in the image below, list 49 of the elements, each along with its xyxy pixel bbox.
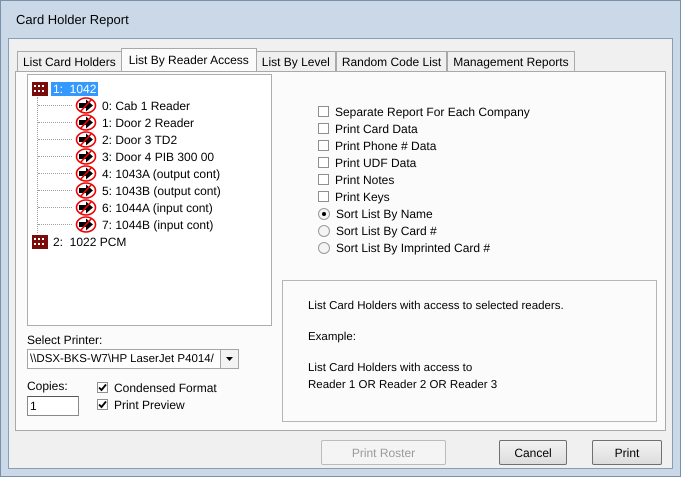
option-label: Sort List By Name	[336, 206, 433, 220]
checkbox[interactable]	[318, 157, 329, 168]
option-label: Print Phone # Data	[335, 138, 436, 152]
example-label: Example:	[308, 330, 357, 345]
copies-field[interactable]: 1	[27, 396, 79, 416]
dropdown-arrow-icon	[226, 357, 233, 361]
checkbox[interactable]	[97, 382, 108, 393]
tree-item[interactable]: 6: 1044A (input cont)	[100, 200, 215, 214]
printer-label: Select Printer:	[27, 333, 104, 347]
option-label: Condensed Format	[114, 380, 217, 394]
tree-item[interactable]: 4: 1043A (output cont)	[100, 166, 222, 180]
window-title: Card Holder Report	[15, 11, 130, 29]
option-label: Print Notes	[335, 172, 394, 186]
tree-item[interactable]: 2: 1022 PCM	[51, 234, 128, 248]
printer-dropdown[interactable]: \\DSX-BKS-W7\HP LaserJet P4014/	[27, 349, 239, 369]
checkbox[interactable]	[318, 140, 329, 151]
tree-item[interactable]: 7: 1044B (input cont)	[100, 218, 216, 232]
checkbox[interactable]	[318, 174, 329, 185]
tab[interactable]: Random Code List	[336, 51, 448, 71]
description-text: List Card Holders with access to selected readers.	[308, 299, 565, 314]
option-label: Print Keys	[335, 190, 390, 204]
option-label: Print Card Data	[335, 122, 418, 136]
tree-item[interactable]: 3: Door 4 PIB 300 00	[100, 150, 216, 164]
option-label: Sort List By Imprinted Card #	[336, 240, 490, 254]
tab[interactable]: List By Reader Access	[120, 48, 257, 71]
tree-item[interactable]: 2: Door 3 TD2	[100, 132, 180, 146]
option-label: Print Preview	[114, 398, 185, 412]
dialog-button[interactable]: Cancel	[499, 440, 567, 465]
tree-item[interactable]: 5: 1043B (output cont)	[100, 184, 223, 198]
tab[interactable]: Management Reports	[447, 51, 575, 71]
dialog-button[interactable]: Print	[592, 440, 662, 465]
controller-icon	[32, 82, 48, 96]
checkbox[interactable]	[318, 106, 329, 117]
radio-button[interactable]	[318, 208, 330, 220]
tree-item[interactable]: 0: Cab 1 Reader	[100, 98, 192, 112]
option-label: Print UDF Data	[335, 156, 416, 170]
checkbox[interactable]	[318, 123, 329, 134]
checkbox[interactable]	[318, 191, 329, 202]
controller-icon	[32, 234, 48, 248]
copies-label: Copies:	[27, 379, 69, 393]
option-label: Sort List By Card #	[336, 224, 437, 238]
radio-button[interactable]	[318, 242, 330, 254]
tree-item[interactable]: 1: Door 2 Reader	[100, 116, 196, 130]
example-text: List Card Holders with access to Reader 1 OR Reader 2 OR Reader 3	[308, 361, 498, 393]
tab[interactable]: List Card Holders	[17, 51, 122, 71]
checkbox[interactable]	[97, 399, 108, 410]
radio-button[interactable]	[318, 224, 330, 236]
tab[interactable]: List By Level	[256, 51, 336, 71]
option-label: Separate Report For Each Company	[335, 104, 530, 118]
